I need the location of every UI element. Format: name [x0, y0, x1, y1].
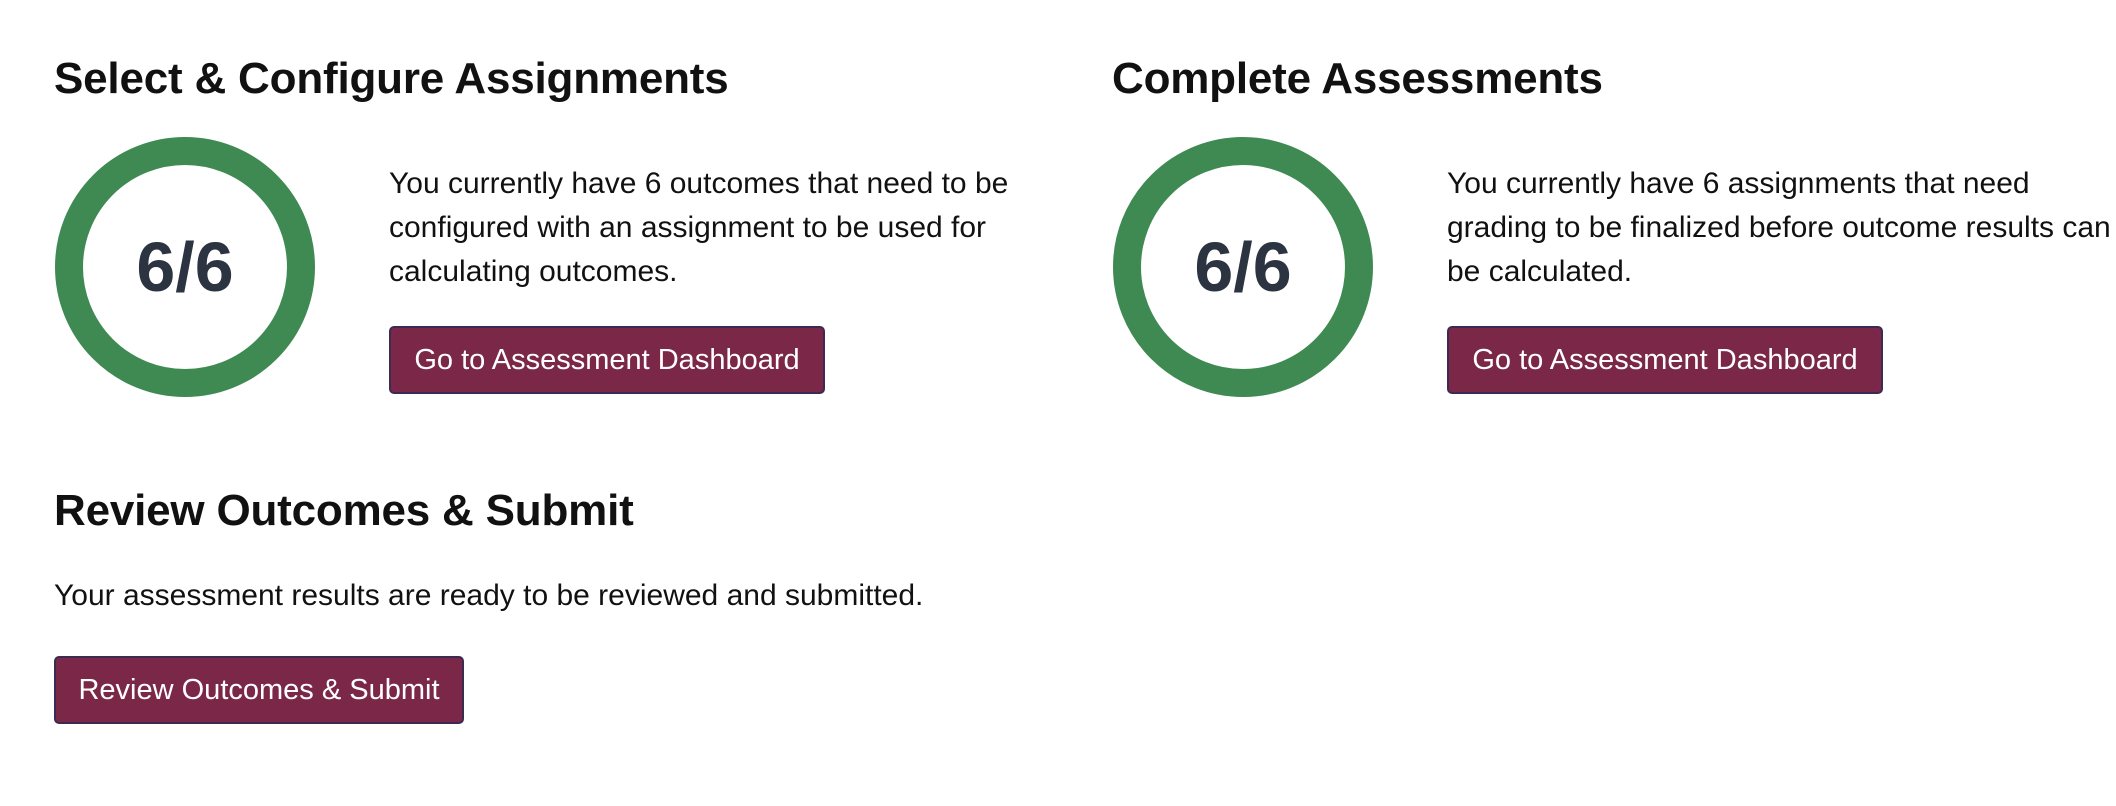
go-to-assessment-dashboard-button[interactable]: Go to Assessment Dashboard [1447, 326, 1883, 394]
section-description: You currently have 6 assignments that ne… [1447, 167, 2111, 288]
progress-ring: 6/6 [1112, 136, 1374, 398]
section-complete-assessments: Complete Assessments 6/6 You currently h… [1112, 50, 2112, 397]
progress-count: 6/6 [1194, 228, 1292, 306]
progress-ring: 6/6 [54, 136, 316, 398]
section-review-outcomes-submit: Review Outcomes & Submit Your assessment… [54, 482, 1054, 724]
section-title: Review Outcomes & Submit [54, 486, 634, 535]
section-title: Select & Configure Assignments [54, 54, 729, 103]
section-description: You currently have 6 outcomes that need … [389, 167, 1009, 288]
section-select-configure-assignments: Select & Configure Assignments 6/6 You c… [54, 50, 1054, 397]
section-description: Your assessment results are ready to be … [54, 579, 924, 612]
section-title: Complete Assessments [1112, 54, 1603, 103]
go-to-assessment-dashboard-button[interactable]: Go to Assessment Dashboard [389, 326, 825, 394]
review-outcomes-submit-button[interactable]: Review Outcomes & Submit [54, 656, 464, 724]
assessment-steps-page: Select & Configure Assignments 6/6 You c… [0, 0, 2116, 806]
progress-count: 6/6 [136, 228, 234, 306]
